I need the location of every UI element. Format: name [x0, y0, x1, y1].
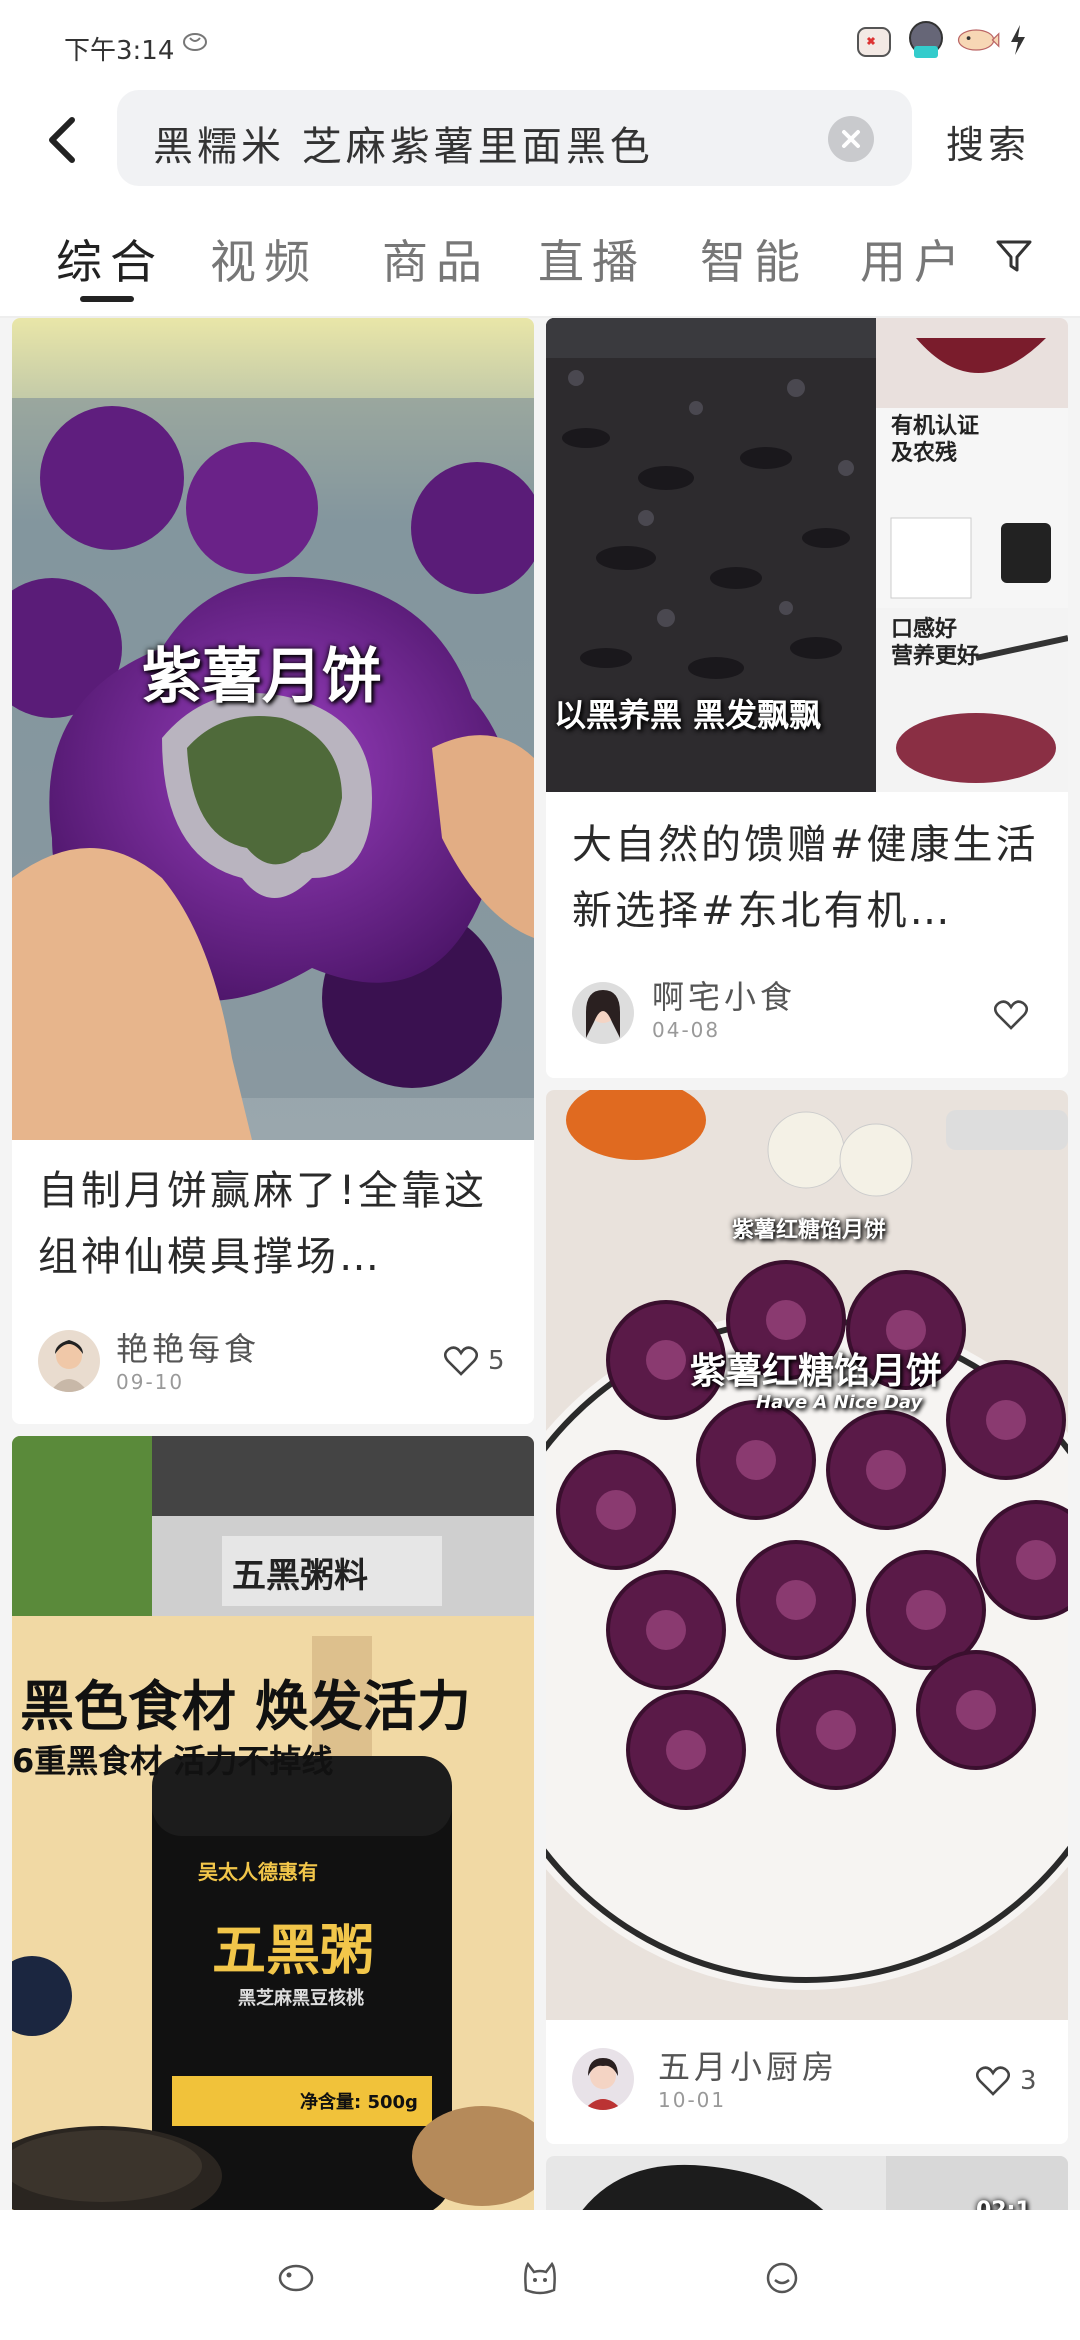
result-card[interactable]: 紫薯月饼 自制月饼赢麻了!全靠这组神仙模具撑场… 艳艳每食 09-10 5: [12, 318, 534, 1424]
card-image[interactable]: 黑色食材 焕发活力 6重黑食材 活力不掉线 五黑粥料 吴太人德惠有 五黑粥 黑芝…: [12, 1436, 534, 2210]
tab-live[interactable]: 直播: [538, 226, 646, 292]
author-name[interactable]: 啊宅小食: [652, 972, 796, 1018]
fish-sticker-icon: [956, 18, 1000, 62]
image-caption: 紫薯月饼: [142, 642, 382, 712]
svg-text:营养更好: 营养更好: [891, 643, 979, 668]
result-card[interactable]: 02:1: [546, 2156, 1068, 2210]
like-count: 3: [1020, 2066, 1037, 2096]
image-caption: 以黑养黑 黑发飘飘: [554, 696, 822, 734]
product-headline: 黑色食材 焕发活力: [20, 1675, 471, 1738]
product-name: 五黑粥: [212, 1919, 374, 1982]
back-arrow-icon[interactable]: [38, 110, 88, 170]
tab-users[interactable]: 用户: [860, 226, 968, 292]
result-card[interactable]: 有机认证 及农残 口感好 营养更好 以黑养黑 黑发飘飘 大自然的馈赠#健康生活新…: [546, 318, 1068, 1078]
post-date: 04-08: [652, 1018, 721, 1042]
results-feed: 紫薯月饼 自制月饼赢麻了!全靠这组神仙模具撑场… 艳艳每食 09-10 5 有机…: [0, 318, 1080, 2210]
bottom-nav: [0, 2210, 1080, 2340]
svg-text:及农残: 及农残: [891, 440, 957, 465]
cat-sticker-icon: [852, 18, 896, 62]
video-duration: 02:1: [976, 2198, 1031, 2210]
heart-icon: [994, 1000, 1028, 1030]
image-top-label: 紫薯红糖馅月饼: [732, 1218, 887, 1243]
product-description: 黑芝麻黑豆核桃: [238, 1988, 364, 2009]
filter-icon[interactable]: [994, 236, 1034, 276]
search-bar: 黑糯米 芝麻紫薯里面黑色 搜索: [0, 90, 1080, 190]
card-image[interactable]: 02:1: [546, 2156, 1068, 2210]
like-button[interactable]: [994, 1000, 1028, 1030]
search-input[interactable]: 黑糯米 芝麻紫薯里面黑色: [117, 90, 912, 186]
close-icon: [842, 130, 860, 148]
card-title[interactable]: 大自然的馈赠#健康生活新选择#东北有机…: [572, 812, 1052, 944]
product-subheadline: 6重黑食材 活力不掉线: [12, 1742, 334, 1780]
charging-icon: [1008, 18, 1028, 62]
status-time: 下午3:14: [64, 36, 175, 66]
card-title[interactable]: 自制月饼赢麻了!全靠这组神仙模具撑场…: [38, 1158, 518, 1290]
author-avatar[interactable]: [572, 2048, 634, 2110]
image-subcaption: Have A Nice Day: [756, 1392, 923, 1413]
card-image[interactable]: 紫薯红糖馅月饼 紫薯红糖馅月饼 Have A Nice Day: [546, 1090, 1068, 2020]
fish-icon[interactable]: [276, 2260, 316, 2296]
author-name[interactable]: 五月小厨房: [658, 2042, 838, 2088]
result-card[interactable]: 紫薯红糖馅月饼 紫薯红糖馅月饼 Have A Nice Day 五月小厨房 10…: [546, 1090, 1068, 2144]
brain-icon: [183, 33, 207, 51]
card-image[interactable]: 有机认证 及农残 口感好 营养更好 以黑养黑 黑发飘飘: [546, 318, 1068, 792]
status-icons: [852, 18, 1028, 62]
post-date: 10-01: [658, 2088, 727, 2112]
search-button[interactable]: 搜索: [946, 114, 1030, 169]
cat-face-icon[interactable]: [520, 2260, 560, 2296]
svg-text:有机认证: 有机认证: [891, 413, 979, 438]
heart-icon: [444, 1346, 478, 1376]
product-weight: 净含量: 500g: [300, 2092, 418, 2113]
tab-products[interactable]: 商品: [382, 226, 490, 292]
heart-icon: [976, 2066, 1010, 2096]
like-button[interactable]: 5: [444, 1346, 505, 1376]
product-sign: 五黑粥料: [232, 1556, 368, 1596]
tab-video[interactable]: 视频: [210, 226, 318, 292]
cat-sticker-icon: [904, 18, 948, 62]
clear-search-button[interactable]: [828, 116, 874, 162]
search-query-text[interactable]: 黑糯米 芝麻紫薯里面黑色: [153, 114, 654, 172]
like-count: 5: [488, 1346, 505, 1376]
product-brand: 吴太人德惠有: [198, 1860, 318, 1884]
author-name[interactable]: 艳艳每食: [116, 1324, 260, 1370]
mascot-icon[interactable]: [762, 2260, 802, 2296]
post-date: 09-10: [116, 1370, 185, 1394]
image-caption: 紫薯红糖馅月饼: [690, 1351, 943, 1392]
tab-smart[interactable]: 智能: [700, 226, 808, 292]
author-avatar[interactable]: [572, 982, 634, 1044]
svg-text:口感好: 口感好: [891, 616, 957, 641]
search-tabs: 综合 视频 商品 直播 智能 用户: [0, 190, 1080, 318]
active-tab-indicator: [80, 296, 134, 302]
author-avatar[interactable]: [38, 1330, 100, 1392]
card-image[interactable]: 紫薯月饼: [12, 318, 534, 1140]
tab-comprehensive[interactable]: 综合: [56, 226, 164, 292]
status-bar: 下午3:14: [0, 0, 1080, 90]
like-button[interactable]: 3: [976, 2066, 1037, 2096]
result-card[interactable]: 黑色食材 焕发活力 6重黑食材 活力不掉线 五黑粥料 吴太人德惠有 五黑粥 黑芝…: [12, 1436, 534, 2210]
